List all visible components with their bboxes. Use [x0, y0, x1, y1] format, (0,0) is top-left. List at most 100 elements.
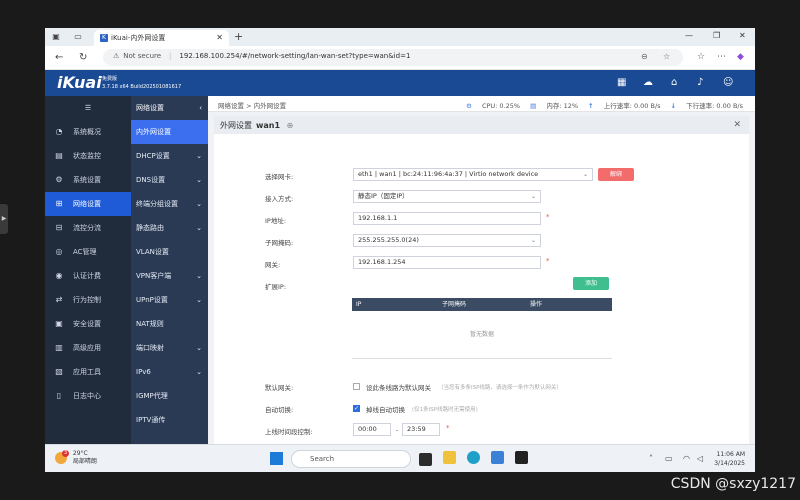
browser-tab[interactable]: KiKuai-内外网设置 ✕ [94, 30, 229, 46]
memory-icon: ▤ [530, 102, 537, 110]
upload-arrow-icon: ↑ [588, 102, 594, 110]
nic-select[interactable]: eth1 | wan1 | bc:24:11:96:4a:37 | Virtio… [353, 168, 593, 181]
cloud-icon[interactable]: ☁ [643, 77, 653, 88]
plus-circle-icon[interactable]: ⊕ [287, 121, 294, 130]
subnav-item-terminal-group[interactable]: 终端分组设置 ⌄ [131, 192, 208, 216]
zoom-icon[interactable]: ⊖ [641, 52, 648, 61]
home-icon[interactable]: ⌂ [671, 77, 677, 88]
taskbar-search[interactable]: Search [291, 450, 411, 468]
tab-title: iKuai-内外网设置 [111, 34, 166, 42]
sidebar-item-system[interactable]: ⚙ 系统设置 [45, 168, 131, 192]
user-icon[interactable]: ☺ [723, 77, 733, 88]
warning-icon: ⚠ [113, 52, 120, 60]
store-icon[interactable] [491, 451, 504, 464]
sidebar-item-auth[interactable]: ◉ 认证计费 [45, 264, 131, 288]
ip-input[interactable]: 192.168.1.1 [353, 212, 541, 225]
subnav-item-vpn[interactable]: VPN客户端 ⌄ [131, 264, 208, 288]
maximize-icon[interactable]: ❐ [713, 31, 720, 40]
col-op: 操作 [530, 301, 543, 308]
sidebar-item-label: 安全设置 [73, 320, 101, 328]
chevron-left-icon[interactable]: ‹ [199, 96, 202, 120]
unbind-button[interactable]: 解绑 [598, 168, 634, 181]
subnav-item-igmp[interactable]: IGMP代理 [131, 384, 208, 408]
minimize-icon[interactable]: — [685, 31, 693, 40]
panel-wan-name: wan1 [256, 121, 281, 130]
advanced-icon: ▥ [55, 343, 63, 352]
sidebar-item-network[interactable]: ⊞ 网络设置 [45, 192, 131, 216]
volume-icon[interactable]: ◁ [697, 454, 703, 463]
ext-ip-label: 扩展IP: [265, 283, 287, 291]
wifi-tray-icon[interactable]: ◠ [683, 454, 690, 463]
subnav-item-vlan[interactable]: VLAN设置 [131, 240, 208, 264]
edge-icon[interactable] [467, 451, 480, 464]
browser-tab-bar: ▣ ▭ KiKuai-内外网设置 ✕ + — ❐ ✕ [45, 28, 755, 46]
auto-switch-checkbox[interactable]: ✓ [353, 405, 360, 412]
clock-date: 3/14/2025 [714, 460, 745, 467]
subnav-item-dns[interactable]: DNS设置 ⌄ [131, 168, 208, 192]
chevron-down-icon: ⌄ [196, 200, 202, 208]
mask-select[interactable]: 255.255.255.0(24) ⌄ [353, 234, 541, 247]
default-gw-checkbox[interactable] [353, 383, 360, 390]
sidebar-item-overview[interactable]: ◔ 系统概况 [45, 120, 131, 144]
subnav-item-upnp[interactable]: UPnP设置 ⌄ [131, 288, 208, 312]
favorite-star-icon[interactable]: ☆ [663, 52, 670, 61]
task-view-icon[interactable] [419, 453, 432, 466]
close-window-icon[interactable]: ✕ [739, 31, 746, 40]
side-expand-handle[interactable]: ▶ [0, 204, 8, 234]
more-icon[interactable]: ⋯ [717, 52, 726, 62]
subnav-item-static-route[interactable]: 静态路由 ⌄ [131, 216, 208, 240]
security-icon: ▣ [55, 319, 63, 328]
mem-value: 内存: 12% [546, 102, 579, 110]
new-tab-button[interactable]: + [234, 30, 243, 43]
subnav-item-nat[interactable]: NAT规则 [131, 312, 208, 336]
apps-grid-icon[interactable]: ▦ [617, 77, 626, 88]
favorites-icon[interactable]: ☆ [697, 52, 705, 62]
subnav-item-ipv6[interactable]: IPv6 ⌄ [131, 360, 208, 384]
add-ext-ip-button[interactable]: 添加 [573, 277, 609, 290]
bell-icon[interactable]: ♪ [697, 77, 703, 88]
tab-actions-icon[interactable]: ▭ [73, 32, 83, 42]
sidebar-item-ac[interactable]: ◎ AC管理 [45, 240, 131, 264]
sidebar-item-flow[interactable]: ⊟ 流控分流 [45, 216, 131, 240]
url-field[interactable]: ⚠ Not secure | 192.168.100.254/#/network-se… [103, 49, 683, 66]
watermark: CSDN @sxzy1217 [670, 476, 796, 492]
subnav-item-label: DNS设置 [136, 176, 166, 184]
sidebar-item-advanced[interactable]: ▥ 高级应用 [45, 336, 131, 360]
subnav-item-iptv[interactable]: IPTV通传 [131, 408, 208, 432]
subnav-item-dhcp[interactable]: DHCP设置 ⌄ [131, 144, 208, 168]
windows-start-icon[interactable] [270, 452, 283, 465]
close-tab-icon[interactable]: ✕ [216, 33, 223, 42]
terminal-icon[interactable] [515, 451, 528, 464]
access-select[interactable]: 静态IP（固定IP） ⌄ [353, 190, 541, 203]
copilot-icon[interactable]: ◆ [737, 52, 744, 62]
sidebar-item-monitor[interactable]: ▤ 状态监控 [45, 144, 131, 168]
network-icon: ⊞ [55, 199, 63, 208]
wifi-icon: ◎ [55, 247, 63, 256]
url-text: 192.168.100.254/#/network-setting/lan-wa… [179, 52, 411, 60]
ip-label: IP地址: [265, 217, 287, 225]
weather-widget[interactable]: 3 29°C 局部晴朗 [55, 450, 97, 466]
sidebar-item-label: 网络设置 [73, 200, 101, 208]
sidebar-collapse-button[interactable]: ☰ [45, 96, 131, 120]
gateway-input[interactable]: 192.168.1.254 [353, 256, 541, 269]
subnav-item-lan-wan[interactable]: 内外网设置 [131, 120, 208, 144]
sidebar-item-log[interactable]: ▯ 日志中心 [45, 384, 131, 408]
close-panel-icon[interactable]: ✕ [733, 120, 741, 130]
sidebar-item-tools[interactable]: ▧ 应用工具 [45, 360, 131, 384]
back-icon[interactable]: ← [55, 52, 63, 63]
subnav-item-port-mapping[interactable]: 端口映射 ⌄ [131, 336, 208, 360]
file-explorer-icon[interactable] [443, 451, 456, 464]
profile-icon[interactable]: ▣ [51, 32, 61, 42]
keyboard-icon[interactable]: ▭ [665, 454, 673, 463]
sidebar-item-security[interactable]: ▣ 安全设置 [45, 312, 131, 336]
search-label: Search [310, 455, 335, 463]
time-from-input[interactable]: 00:00 [353, 423, 391, 436]
chevron-down-icon: ⌄ [582, 171, 588, 178]
time-to-input[interactable]: 23:59 [402, 423, 440, 436]
subnav-item-label: NAT规则 [136, 320, 164, 328]
sidebar-item-behavior[interactable]: ⇄ 行为控制 [45, 288, 131, 312]
reload-icon[interactable]: ↻ [79, 52, 87, 63]
clock[interactable]: 11:06 AM 3/14/2025 [714, 450, 745, 468]
main-content: 网络设置 > 内外网设置 ⚙ CPU: 0.25% ▤ 内存: 12% ↑ 上行… [208, 96, 755, 472]
chevron-up-icon[interactable]: ˄ [649, 454, 653, 463]
